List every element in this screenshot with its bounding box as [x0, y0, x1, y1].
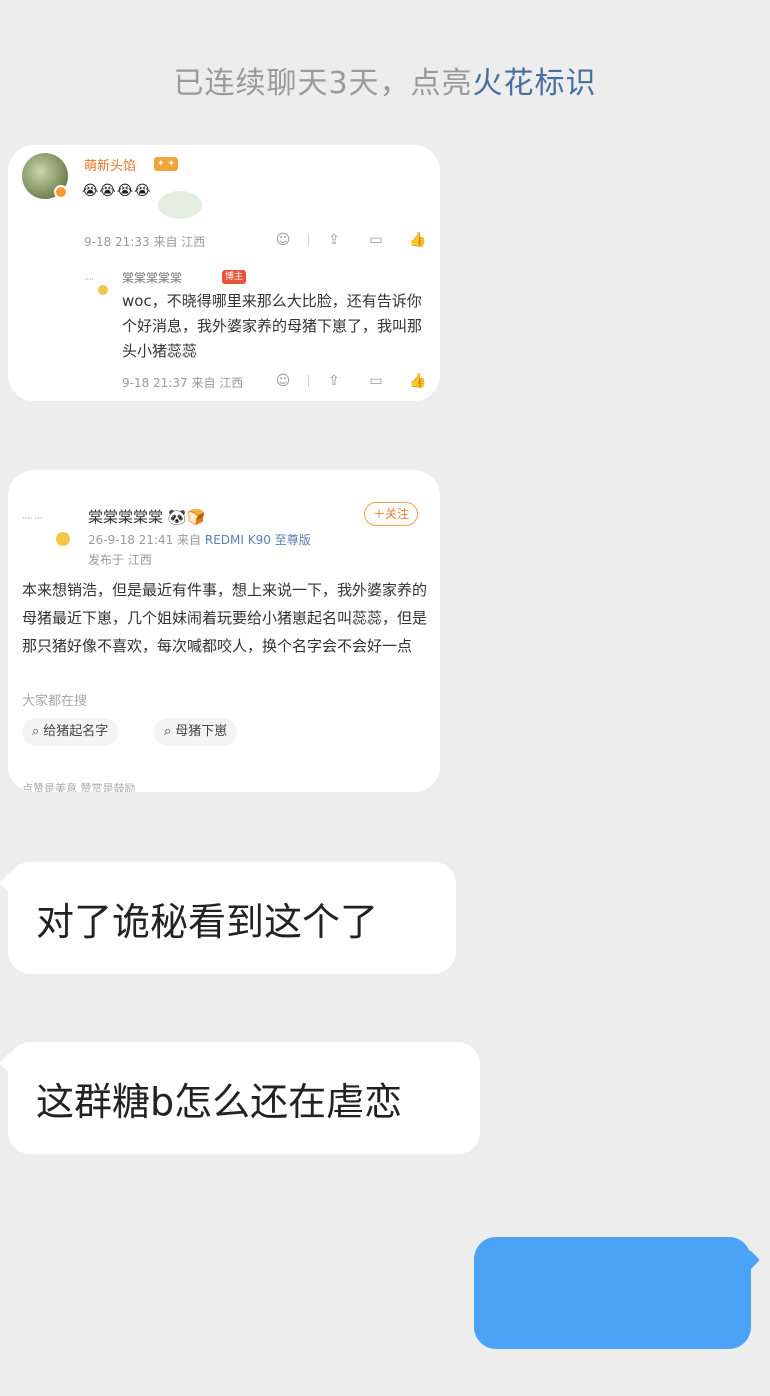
search-icon: ⌕ — [32, 724, 40, 739]
reply-text: woc，不晓得哪里来那么大比脸，还有告诉你个好消息，我外婆家养的母猪下崽了，我叫… — [122, 292, 423, 360]
comment-icon[interactable]: ▭ — [365, 370, 387, 392]
banner-text: 已连续聊天3天，点亮 — [173, 66, 473, 101]
follow-button[interactable]: ＋关注 — [364, 502, 419, 526]
spark-link[interactable]: 火花标识 — [473, 66, 597, 101]
post-device-link[interactable]: REDMI K90 至尊版 — [205, 533, 311, 547]
post-text: 本来想销浩，但是最近有件事，想上来说一下，我外婆家养的母猪最近下崽，几个姐妹闹着… — [22, 581, 428, 655]
chat-streak-banner: 已连续聊天3天，点亮火花标识 — [0, 58, 770, 102]
reply-avatar: ···· — [84, 271, 124, 299]
verified-badge-icon — [54, 185, 68, 199]
emoji-icon[interactable]: ☺ — [272, 370, 294, 392]
post-avatar: ···· ··· — [22, 514, 70, 546]
divider — [308, 375, 309, 387]
post-meta: 26-9-18 21:41 来自 REDMI K90 至尊版 — [88, 531, 311, 548]
divider — [308, 234, 309, 246]
shared-comment-card[interactable]: 萌新头馅 ✦ ✦ 😭😭😭😭 9-18 21:33 来自 江西 ☺ ⇪ ▭ 👍 ·… — [8, 145, 440, 401]
share-icon[interactable]: ⇪ — [323, 370, 345, 392]
post-author: 棠棠棠棠棠 🐼🍞 — [88, 506, 205, 527]
comment-actions: ☺ ⇪ ▭ 👍 — [272, 229, 429, 251]
reply-author: 棠棠棠棠棠 — [122, 271, 183, 285]
message-bubble[interactable]: 这群糖b怎么还在虐恋 — [8, 1042, 480, 1154]
my-message-bubble[interactable]: … — [474, 1237, 751, 1349]
avatar-dot-icon — [98, 285, 108, 295]
avatar-dot-icon — [56, 532, 70, 546]
chip-label: 给猪起名字 — [43, 724, 109, 739]
reply-actions: ☺ ⇪ ▭ 👍 — [272, 370, 429, 392]
search-icon: ⌕ — [164, 724, 172, 739]
emoji-icon[interactable]: ☺ — [272, 229, 294, 251]
trending-hint: 大家都在搜 — [22, 694, 88, 709]
like-icon[interactable]: 👍 — [407, 370, 429, 392]
chip-label: 母猪下崽 — [175, 724, 228, 739]
reward-hint: 点赞是美意 赞赏是鼓励 — [22, 782, 136, 792]
message-text: 对了诡秘看到这个了 — [36, 899, 379, 944]
message-text: … — [595, 1273, 630, 1313]
comment-author: 萌新头馅 — [84, 159, 137, 174]
fan-level-badge: ✦ ✦ — [154, 157, 178, 171]
comment-emojis: 😭😭😭😭 — [82, 183, 152, 199]
search-chip[interactable]: ⌕ 给猪起名字 — [22, 718, 119, 746]
post-location: 发布于 江西 — [88, 553, 152, 567]
author-emoji: 🐼🍞 — [167, 508, 206, 526]
blogger-tag: 博主 — [222, 270, 247, 284]
comment-meta: 9-18 21:33 来自 江西 — [84, 235, 206, 249]
sticker-icon — [158, 191, 202, 219]
message-text: 这群糖b怎么还在虐恋 — [36, 1079, 403, 1124]
reply-meta: 9-18 21:37 来自 江西 — [122, 376, 244, 390]
shared-post-card[interactable]: ···· ··· 棠棠棠棠棠 🐼🍞 ＋关注 26-9-18 21:41 来自 R… — [8, 470, 440, 792]
comment-icon[interactable]: ▭ — [365, 229, 387, 251]
search-chip[interactable]: ⌕ 母猪下崽 — [154, 718, 238, 746]
share-icon[interactable]: ⇪ — [323, 229, 345, 251]
post-author-name: 棠棠棠棠棠 — [88, 508, 164, 526]
message-bubble[interactable]: 对了诡秘看到这个了 — [8, 862, 456, 974]
post-time: 26-9-18 21:41 来自 — [88, 533, 205, 547]
like-icon[interactable]: 👍 — [407, 229, 429, 251]
